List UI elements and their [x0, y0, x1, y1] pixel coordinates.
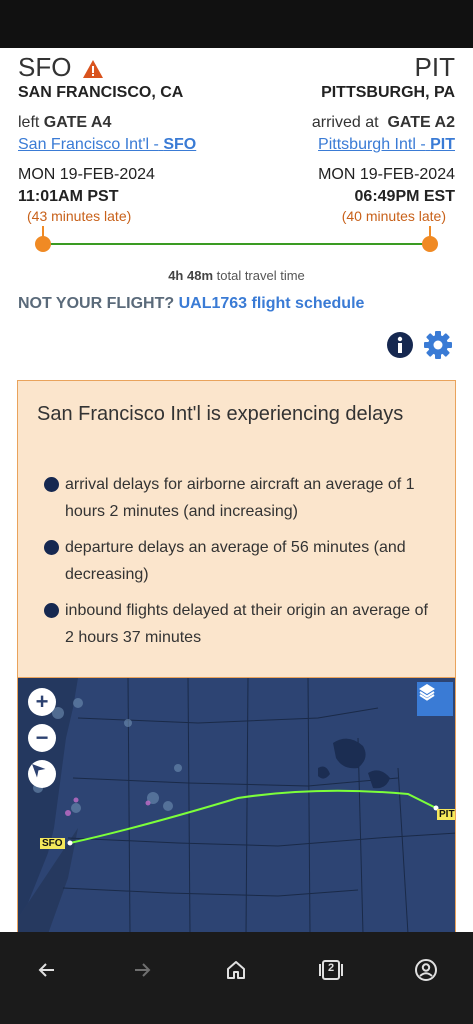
destination-airport-link[interactable]: Pittsburgh Intl - PIT: [318, 136, 455, 154]
tabs-count: 2: [328, 962, 335, 974]
map-canvas: [18, 678, 455, 932]
flight-map[interactable]: + − SFO PIT: [17, 678, 456, 932]
zoom-out-button[interactable]: −: [28, 724, 56, 752]
alert-item: arrival delays for airborne aircraft an …: [44, 471, 439, 525]
flight-page: SFO PIT SAN FRANCISCO, CA PITTSBURGH, PA…: [0, 48, 473, 932]
origin-airport-name: San Francisco Int'l -: [18, 136, 159, 153]
tabs-icon[interactable]: 2: [311, 952, 351, 988]
destination-code: PIT: [414, 52, 455, 82]
flight-schedule-link[interactable]: UAL1763 flight schedule: [179, 295, 365, 312]
airport-codes-row: SFO PIT: [18, 52, 455, 84]
origin-gate-prefix: left: [18, 114, 40, 131]
cities-row: SAN FRANCISCO, CA PITTSBURGH, PA: [18, 84, 455, 102]
tool-icons: [387, 330, 453, 365]
bullet-icon: [44, 540, 59, 555]
alert-title: San Francisco Int'l is experiencing dela…: [37, 403, 404, 425]
compass-icon[interactable]: [28, 760, 56, 788]
flight-progress-track: [43, 243, 431, 245]
airport-links-row: San Francisco Int'l - SFO Pittsburgh Int…: [18, 136, 455, 154]
back-arrow-icon[interactable]: [27, 952, 67, 988]
origin-time: 11:01AM PST: [18, 188, 119, 205]
home-icon[interactable]: [216, 952, 256, 988]
destination-gate-prefix: arrived at: [311, 114, 379, 131]
alert-list: arrival delays for airborne aircraft an …: [44, 471, 439, 660]
zoom-in-button[interactable]: +: [28, 688, 56, 716]
destination-airport-code: PIT: [430, 136, 455, 153]
origin-date: MON 19-FEB-2024: [18, 166, 155, 183]
layers-icon[interactable]: [417, 682, 453, 716]
alert-item-text: arrival delays for airborne aircraft an …: [65, 476, 415, 520]
map-origin-label: SFO: [40, 838, 65, 849]
not-your-flight-prompt: NOT YOUR FLIGHT?: [18, 295, 175, 312]
alert-item-text: departure delays an average of 56 minute…: [65, 539, 406, 583]
alert-item: departure delays an average of 56 minute…: [44, 534, 439, 588]
origin-code: SFO: [18, 52, 72, 82]
destination-gate-text: arrived at GATE A2: [312, 114, 455, 132]
dates-row: MON 19-FEB-2024 MON 19-FEB-2024: [18, 166, 455, 184]
origin-airport-link[interactable]: San Francisco Int'l - SFO: [18, 136, 196, 154]
bullet-icon: [44, 477, 59, 492]
origin-city: SAN FRANCISCO, CA: [18, 84, 184, 101]
bullet-icon: [44, 603, 59, 618]
gates-row: left GATE A4 arrived at GATE A2: [18, 114, 455, 132]
origin-marker: [35, 236, 51, 252]
travel-label: total travel time: [216, 268, 305, 283]
origin-gate-text: left GATE A4: [18, 114, 111, 132]
travel-duration: 4h 48m: [168, 268, 214, 283]
browser-nav-bar: 2: [0, 932, 473, 1024]
destination-marker: [422, 236, 438, 252]
account-icon[interactable]: [406, 952, 446, 988]
forward-arrow-icon[interactable]: [122, 952, 162, 988]
info-icon[interactable]: [387, 332, 413, 363]
not-your-flight: NOT YOUR FLIGHT? UAL1763 flight schedule: [18, 295, 364, 313]
alert-item-text: inbound flights delayed at their origin …: [65, 602, 428, 646]
destination-city: PITTSBURGH, PA: [321, 84, 455, 101]
destination-late: (40 minutes late): [341, 208, 446, 224]
warning-icon[interactable]: [82, 59, 104, 84]
destination-airport-name: Pittsburgh Intl -: [318, 136, 426, 153]
destination-date: MON 19-FEB-2024: [318, 166, 455, 183]
gear-icon[interactable]: [423, 330, 453, 365]
origin-airport-code: SFO: [163, 136, 197, 153]
status-bar: [0, 0, 473, 48]
origin-late: (43 minutes late): [27, 208, 132, 224]
destination-time: 06:49PM EST: [354, 188, 455, 205]
delay-alert: San Francisco Int'l is experiencing dela…: [17, 380, 456, 678]
origin-gate: GATE A4: [43, 114, 112, 131]
map-destination-label: PIT: [437, 809, 455, 820]
travel-time: 4h 48m total travel time: [0, 268, 473, 283]
origin-code-group: SFO: [18, 52, 104, 84]
alert-item: inbound flights delayed at their origin …: [44, 597, 439, 651]
times-row: 11:01AM PST 06:49PM EST: [18, 188, 455, 206]
destination-gate: GATE A2: [387, 114, 455, 131]
late-row: (43 minutes late) (40 minutes late): [27, 208, 446, 224]
